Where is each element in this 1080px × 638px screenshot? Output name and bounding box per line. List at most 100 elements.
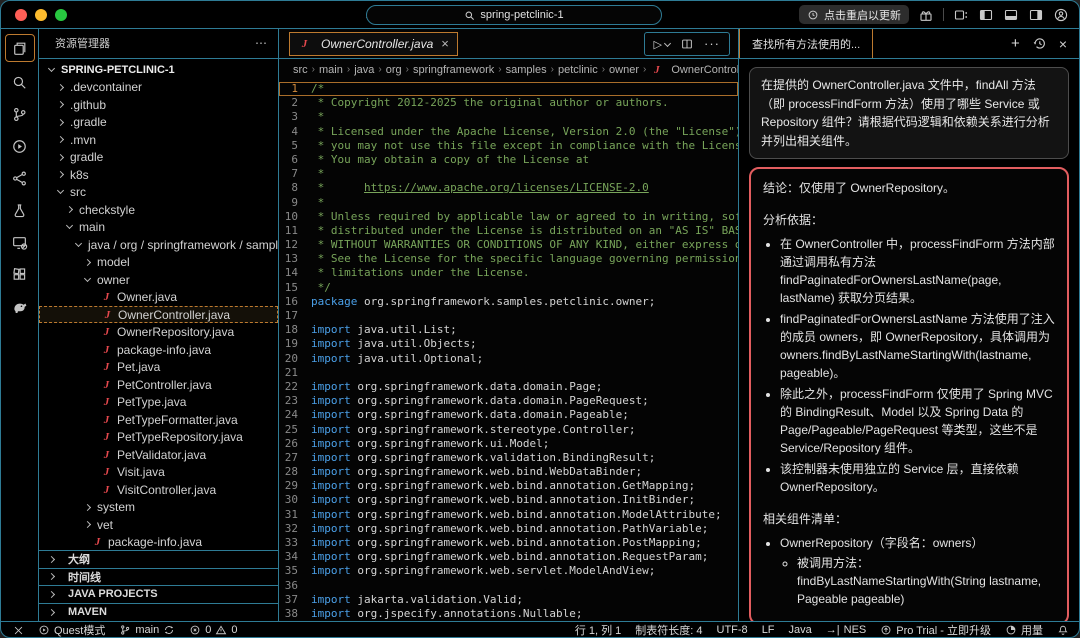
tree-item-package-info.java[interactable]: Jpackage-info.java [39, 341, 278, 359]
tree-item-.gradle[interactable]: .gradle [39, 113, 278, 131]
code-area[interactable]: 1/* 2 * Copyright 2012-2025 the original … [279, 80, 738, 621]
toggle-panel-icon[interactable] [1003, 7, 1019, 23]
history-icon[interactable] [1032, 36, 1047, 51]
close-window-button[interactable] [15, 8, 27, 21]
line-number: 28 [284, 465, 298, 479]
tree-item-.mvn[interactable]: .mvn [39, 131, 278, 149]
breadcrumb-item[interactable]: main [319, 64, 343, 76]
breadcrumb-item[interactable]: org [386, 64, 402, 76]
breadcrumb-item[interactable]: springframework [413, 64, 494, 76]
tree-item-pettype.java[interactable]: J PetType.java [39, 393, 278, 411]
code-line-10: 10 * Unless required by applicable law o… [279, 210, 738, 224]
activity-testing[interactable] [5, 194, 35, 226]
code-line-4: 4 * Licensed under the Apache License, V… [279, 125, 738, 139]
tree-item-vet[interactable]: vet [39, 516, 278, 534]
tree-item-.devcontainer[interactable]: .devcontainer [39, 78, 278, 96]
tree-item-system[interactable]: system [39, 498, 278, 516]
account-icon[interactable] [1053, 7, 1069, 23]
connections-icon [13, 171, 26, 185]
tree-item-checkstyle[interactable]: checkstyle [39, 201, 278, 219]
tree-item-label: PetController.java [117, 377, 212, 392]
tree-item-java-org-springframework-samples-p...[interactable]: java / org / springframework / samples /… [39, 236, 278, 254]
tree-item-petcontroller.java[interactable]: J PetController.java [39, 376, 278, 394]
quest-mode-icon [39, 625, 49, 635]
breadcrumb-item[interactable]: java [354, 64, 374, 76]
restart-to-update-button[interactable]: 点击重启以更新 [799, 5, 909, 24]
breadcrumb-item[interactable]: samples [506, 64, 547, 76]
tree-item-visit.java[interactable]: J Visit.java [39, 463, 278, 481]
editor-more-actions[interactable]: ··· [704, 36, 720, 51]
tree-item-package-info.java[interactable]: Jpackage-info.java [39, 533, 278, 550]
separator [943, 8, 944, 21]
breadcrumb-item[interactable]: src [293, 64, 308, 76]
cursor-position[interactable]: 行 1, 列 1 [575, 622, 621, 637]
toggle-primary-sidebar-icon[interactable] [978, 7, 994, 23]
code-line-37: 37 import jakarta.validation.Valid; [279, 593, 738, 607]
tree-item-spring-petclinic-1[interactable]: SPRING-PETCLINIC-1 [39, 61, 278, 79]
run-file-button[interactable]: ▷ [654, 35, 672, 53]
explorer-more-actions[interactable]: ⋯ [255, 36, 268, 50]
plan-upgrade[interactable]: Pro Trial - 立即升级 [880, 622, 991, 637]
problems-status[interactable]: 0 0 [189, 624, 237, 636]
close-tab-icon[interactable]: × [441, 36, 449, 51]
gift-icon[interactable] [918, 7, 934, 23]
tree-item-k8s[interactable]: k8s [39, 166, 278, 184]
error-icon [190, 625, 200, 635]
chevron-down-icon [74, 239, 83, 247]
sidebar-section-大纲[interactable]: 大纲 [39, 551, 278, 569]
activity-source-control[interactable] [5, 98, 35, 130]
tree-item-owner.java[interactable]: J Owner.java [39, 288, 278, 306]
tab-ownercontroller[interactable]: J OwnerController.java × [289, 31, 458, 56]
tree-item-main[interactable]: main [39, 218, 278, 236]
breadcrumb-item[interactable]: OwnerController.java [671, 64, 738, 76]
tree-item-pettyperepository.java[interactable]: J PetTypeRepository.java [39, 428, 278, 446]
tree-item-pettypeformatter.java[interactable]: J PetTypeFormatter.java [39, 411, 278, 429]
chat-tab[interactable]: 查找所有方法使用的... [739, 29, 874, 58]
tree-item-ownercontroller.java[interactable]: J OwnerController.java [39, 305, 278, 324]
remote-indicator-icon[interactable] [13, 625, 24, 636]
minimize-window-button[interactable] [35, 8, 47, 21]
breadcrumb-item[interactable]: owner [609, 64, 639, 76]
customize-layout-icon[interactable] [953, 7, 969, 23]
activity-explorer[interactable] [4, 34, 35, 62]
breadcrumb-item[interactable]: petclinic [558, 64, 598, 76]
close-panel-icon[interactable]: × [1059, 36, 1067, 52]
tree-item-petvalidator.java[interactable]: J PetValidator.java [39, 446, 278, 464]
git-branch-status[interactable]: main [119, 624, 175, 636]
new-chat-button[interactable]: + [1011, 35, 1020, 52]
code-line-26: 26 import org.springframework.ui.Model; [279, 437, 738, 451]
tree-item-model[interactable]: model [39, 253, 278, 271]
encoding[interactable]: UTF-8 [717, 624, 748, 636]
command-center-search[interactable]: spring-petclinic-1 [366, 5, 662, 25]
tree-item-ownerrepository.java[interactable]: J OwnerRepository.java [39, 323, 278, 341]
tree-item-pet.java[interactable]: J Pet.java [39, 358, 278, 376]
title-bar: ← → spring-petclinic-1 点击重启以更新 [1, 1, 1079, 29]
tab-size[interactable]: 制表符长度: 4 [635, 622, 702, 637]
sidebar-section-时间线[interactable]: 时间线 [39, 569, 278, 586]
sidebar-section-maven[interactable]: MAVEN [39, 604, 278, 622]
toggle-secondary-sidebar-icon[interactable] [1028, 7, 1044, 23]
activity-connections[interactable] [5, 162, 35, 194]
tree-item-.github[interactable]: .github [39, 96, 278, 114]
activity-extensions[interactable] [5, 258, 35, 290]
tree-item-label: main [79, 220, 106, 235]
usage-status[interactable]: 用量 [1005, 622, 1043, 637]
line-number: 22 [284, 379, 298, 393]
activity-gradle[interactable] [5, 290, 35, 322]
activity-run-debug[interactable] [5, 130, 35, 162]
quest-mode-status[interactable]: Quest模式 [38, 622, 105, 637]
nes-toggle[interactable]: →| NES [826, 624, 866, 636]
tree-item-owner[interactable]: owner [39, 271, 278, 289]
language-mode[interactable]: Java [789, 624, 812, 636]
split-editor-icon[interactable] [680, 37, 694, 51]
code-line-33: 33 import org.springframework.web.bind.an… [279, 536, 738, 550]
activity-search[interactable] [5, 66, 35, 98]
maximize-window-button[interactable] [55, 8, 67, 21]
activity-remote-explorer[interactable] [5, 226, 35, 258]
tree-item-visitcontroller.java[interactable]: J VisitController.java [39, 481, 278, 499]
bell-icon[interactable] [1057, 624, 1069, 636]
sidebar-section-java-projects[interactable]: JAVA PROJECTS [39, 586, 278, 604]
tree-item-src[interactable]: src [39, 183, 278, 201]
tree-item-gradle[interactable]: gradle [39, 148, 278, 166]
eol[interactable]: LF [762, 624, 775, 636]
